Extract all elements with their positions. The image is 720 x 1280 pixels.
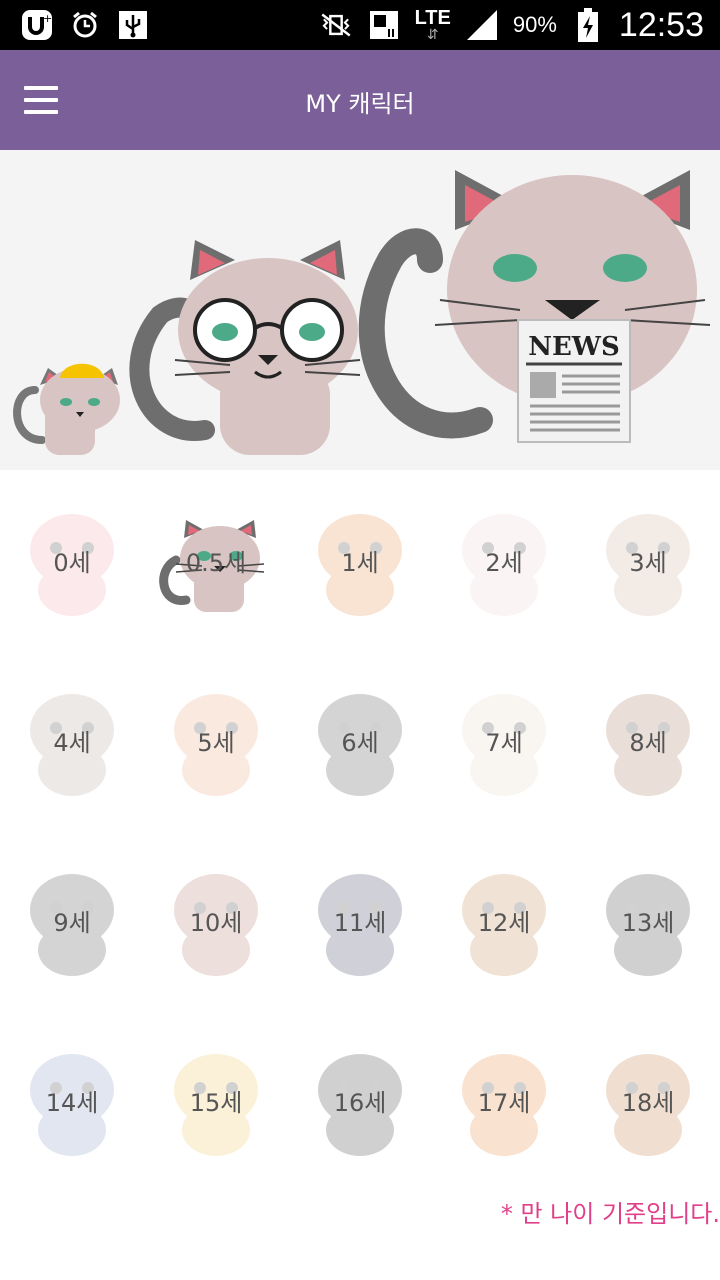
- character-leopard[interactable]: 15세: [144, 1010, 288, 1190]
- character-age-label: 0.5세: [185, 549, 247, 577]
- character-age-label: 8세: [629, 729, 667, 757]
- character-age-label: 14세: [45, 1089, 99, 1117]
- character-age-label: 3세: [629, 549, 667, 577]
- character-age-label: 6세: [341, 729, 379, 757]
- battery-icon: [571, 8, 605, 42]
- character-monkey[interactable]: 8세: [576, 650, 720, 830]
- page-title: MY 캐릭터: [305, 90, 415, 118]
- character-age-label: 13세: [621, 909, 675, 937]
- character-fox[interactable]: 1세: [288, 470, 432, 650]
- character-penguin[interactable]: 6세: [288, 650, 432, 830]
- character-age-label: 9세: [53, 909, 91, 937]
- character-black-panther[interactable]: 16세: [288, 1010, 432, 1190]
- character-sheep[interactable]: 7세: [432, 650, 576, 830]
- kitten-hardhat-illustration: [13, 363, 120, 455]
- age-footnote: * 만 나이 기준입니다.: [500, 1200, 720, 1228]
- character-pig[interactable]: 0세: [0, 470, 144, 650]
- character-age-label: 0세: [53, 549, 91, 577]
- character-owl[interactable]: 4세: [0, 650, 144, 830]
- character-cow[interactable]: 10세: [144, 830, 288, 1010]
- character-age-label: 4세: [53, 729, 91, 757]
- character-age-label: 12세: [477, 909, 531, 937]
- character-tiger[interactable]: 17세: [432, 1010, 576, 1190]
- character-age-label: 7세: [485, 729, 523, 757]
- character-age-label: 11세: [333, 909, 387, 937]
- lte-icon: LTE ⇵: [414, 7, 451, 43]
- alarm-clock-icon: [68, 8, 102, 42]
- character-panda[interactable]: 13세: [576, 830, 720, 1010]
- character-deer[interactable]: 12세: [432, 830, 576, 1010]
- newspaper-headline: NEWS: [528, 332, 620, 362]
- character-growth-banner: NEWS: [0, 150, 720, 470]
- svg-text:+: +: [43, 12, 52, 25]
- usb-icon: [116, 8, 150, 42]
- battery-percent: 90%: [512, 12, 557, 37]
- character-age-label: 15세: [189, 1089, 243, 1117]
- carrier-u-plus-icon: +: [20, 8, 54, 42]
- cat-newspaper-illustration: NEWS: [358, 170, 711, 443]
- character-age-label: 18세: [621, 1089, 675, 1117]
- vibrate-mute-icon: [319, 8, 353, 42]
- character-age-label: 17세: [477, 1089, 531, 1117]
- signal-icon: [465, 8, 499, 42]
- nfc-icon: [367, 8, 401, 42]
- clock-time: 12:53: [618, 5, 704, 44]
- character-rabbit[interactable]: 2세: [432, 470, 576, 650]
- character-zebra[interactable]: 9세: [0, 830, 144, 1010]
- character-donkey[interactable]: 11세: [288, 830, 432, 1010]
- character-age-label: 16세: [333, 1089, 387, 1117]
- cat-glasses-illustration: [129, 240, 361, 455]
- character-age-label: 1세: [341, 549, 379, 577]
- character-lion[interactable]: 18세: [576, 1010, 720, 1190]
- character-age-label: 10세: [189, 909, 243, 937]
- character-age-label: 5세: [197, 729, 235, 757]
- character-dog[interactable]: 3세: [576, 470, 720, 650]
- character-elephant[interactable]: 14세: [0, 1010, 144, 1190]
- character-age-label: 2세: [485, 549, 523, 577]
- status-bar: + LTE ⇵ 90% 12:53: [0, 0, 720, 50]
- app-bar: MY 캐릭터: [0, 50, 720, 150]
- character-age-grid: 0세 0.5세 1세 2세 3세 4세 5세 6세 7세 8세 9세 10세 11세 12세 13세 14세 1…: [0, 470, 720, 1190]
- character-chick[interactable]: 5세: [144, 650, 288, 830]
- character-cat[interactable]: 0.5세: [144, 470, 288, 650]
- lte-label: LTE: [414, 7, 451, 29]
